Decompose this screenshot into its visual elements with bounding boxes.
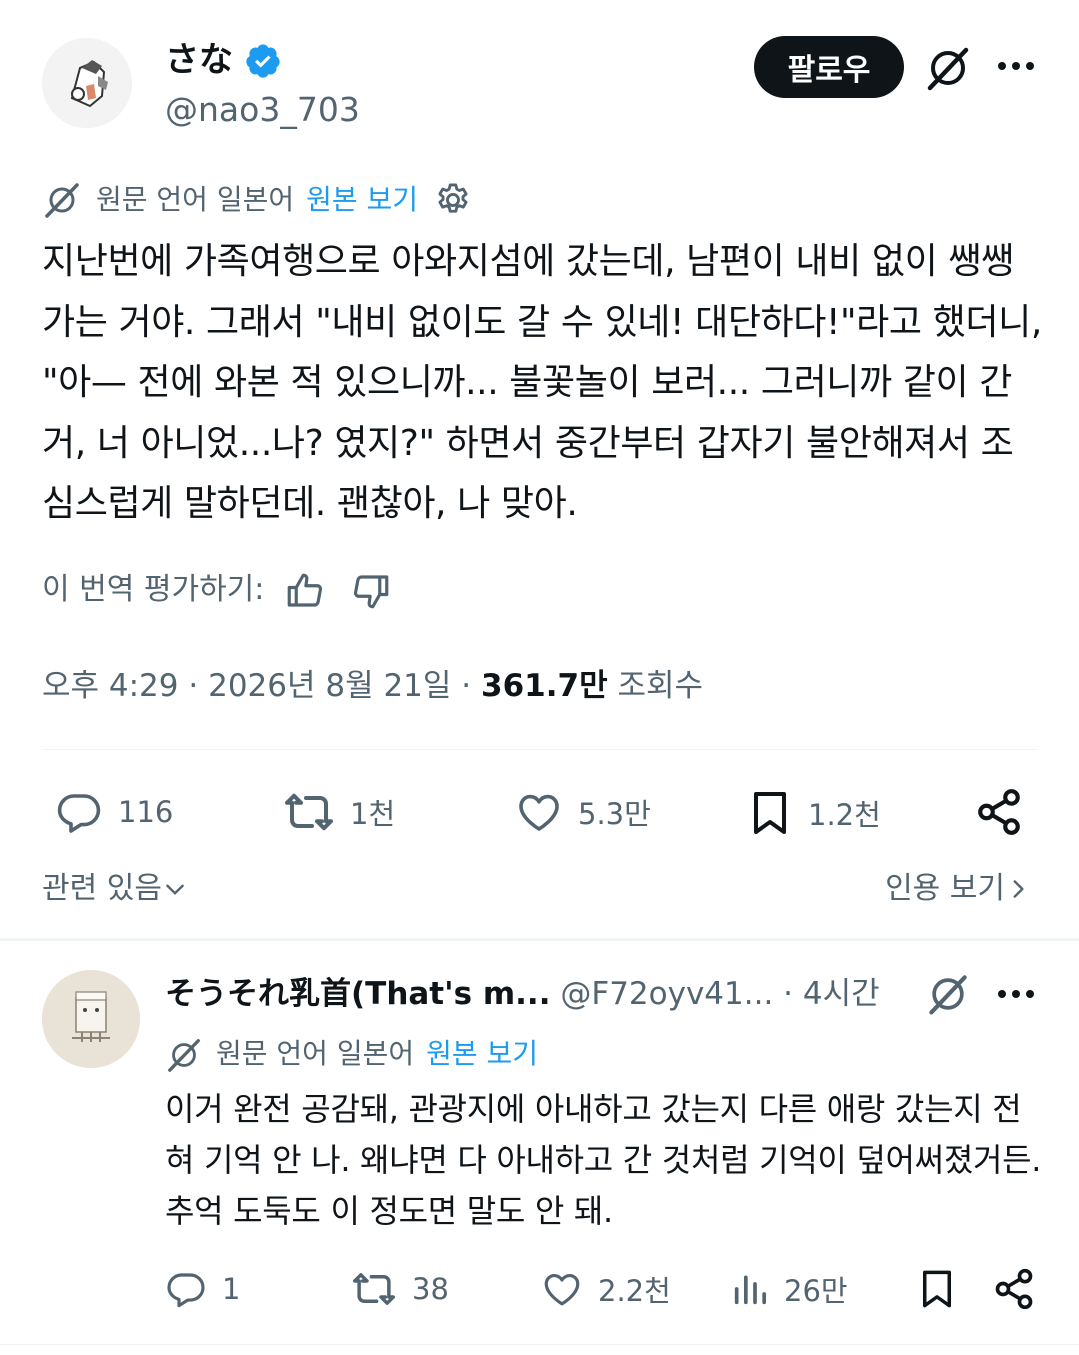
- section-divider: [0, 938, 1079, 941]
- views-label: 조회수: [617, 668, 704, 704]
- related-label: 관련 있음: [42, 871, 162, 906]
- verified-badge-icon: [244, 42, 282, 80]
- reply-icon: [167, 1273, 205, 1308]
- like-icon: [519, 794, 559, 831]
- related-toggle[interactable]: 관련 있음: [42, 868, 188, 910]
- chevron-down-icon: [166, 884, 184, 895]
- more-icon[interactable]: [996, 978, 1036, 1010]
- reply-time[interactable]: · 4시간: [783, 976, 879, 1012]
- share-icon[interactable]: [992, 1266, 1036, 1312]
- reply-author-handle[interactable]: @F72oyv41...: [560, 976, 773, 1012]
- post-time[interactable]: 오후 4:29: [42, 668, 179, 704]
- post-date[interactable]: 2026년 8월 21일: [208, 668, 451, 704]
- translation-source-label: 원문 언어 일본어: [96, 183, 295, 216]
- reply-views-count: 26만: [784, 1274, 848, 1308]
- rate-translation-label: 이 번역 평가하기:: [42, 572, 265, 607]
- grok-icon[interactable]: [922, 42, 974, 94]
- reply-text: 이거 완전 공감돼, 관광지에 아내하고 갔는지 다른 애랑 갔는지 전혀 기억…: [165, 1090, 1042, 1230]
- reply-header: そうそれ乳首(That's m... @F72oyv41... · 4시간: [165, 972, 880, 1016]
- bookmark-icon: [754, 792, 786, 834]
- reply-repost-count: 38: [412, 1272, 449, 1306]
- thumbs-down-icon[interactable]: [350, 570, 392, 612]
- reply-like-button[interactable]: 2.2천: [540, 1268, 671, 1310]
- bookmark-button[interactable]: 1.2천: [746, 786, 881, 840]
- author-name[interactable]: さな: [165, 38, 233, 82]
- like-icon: [544, 1273, 580, 1306]
- view-quotes-link[interactable]: 인용 보기: [885, 868, 1031, 910]
- chevron-right-icon: [1013, 880, 1024, 898]
- author-avatar[interactable]: [42, 38, 132, 128]
- reply-translation-info: 원문 언어 일본어 원본 보기: [216, 1034, 538, 1074]
- translate-icon: [165, 1036, 203, 1074]
- reply-repost-button[interactable]: 38: [350, 1268, 449, 1310]
- more-icon[interactable]: [996, 50, 1036, 82]
- translation-info: 원문 언어 일본어 원본 보기: [96, 180, 418, 220]
- divider: [0, 1344, 1079, 1345]
- view-quotes-label: 인용 보기: [885, 871, 1005, 906]
- reply-icon: [57, 794, 101, 833]
- repost-icon: [353, 1273, 395, 1305]
- views-count: 361.7만: [481, 668, 608, 704]
- repost-icon: [285, 793, 333, 831]
- bookmark-count: 1.2천: [808, 798, 881, 832]
- translate-icon: [42, 180, 82, 220]
- post-text: 지난번에 가족여행으로 아와지섬에 갔는데, 남편이 내비 없이 쌩쌩 가는 거…: [42, 241, 1042, 524]
- view-original-link[interactable]: 원본 보기: [426, 1037, 538, 1070]
- divider: [42, 749, 1038, 750]
- bookmark-icon[interactable]: [916, 1266, 958, 1312]
- post-meta: 오후 4:29 · 2026년 8월 21일 · 361.7만 조회수: [42, 668, 704, 704]
- follow-button[interactable]: 팔로우: [754, 36, 904, 98]
- translation-source-label: 원문 언어 일본어: [216, 1037, 415, 1070]
- author-handle[interactable]: @nao3_703: [165, 88, 360, 132]
- reply-reply-button[interactable]: 1: [164, 1268, 240, 1310]
- view-original-link[interactable]: 원본 보기: [306, 183, 418, 216]
- reply-author-name[interactable]: そうそれ乳首(That's m...: [165, 976, 551, 1012]
- gear-icon[interactable]: [434, 181, 472, 219]
- like-button[interactable]: 5.3만: [514, 788, 651, 836]
- reply-count: 116: [118, 795, 174, 829]
- reply-button[interactable]: 116: [54, 788, 173, 836]
- grok-icon[interactable]: [924, 970, 972, 1018]
- thumbs-up-icon[interactable]: [284, 570, 326, 612]
- repost-button[interactable]: 1천: [282, 788, 395, 836]
- repost-count: 1천: [350, 797, 396, 831]
- like-count: 5.3만: [578, 797, 651, 831]
- share-icon[interactable]: [974, 786, 1024, 838]
- reply-reply-count: 1: [222, 1272, 241, 1306]
- views-icon: [734, 1275, 766, 1305]
- reply-like-count: 2.2천: [598, 1274, 671, 1308]
- reply-author-avatar[interactable]: [42, 970, 140, 1068]
- reply-views-button[interactable]: 26만: [730, 1268, 848, 1310]
